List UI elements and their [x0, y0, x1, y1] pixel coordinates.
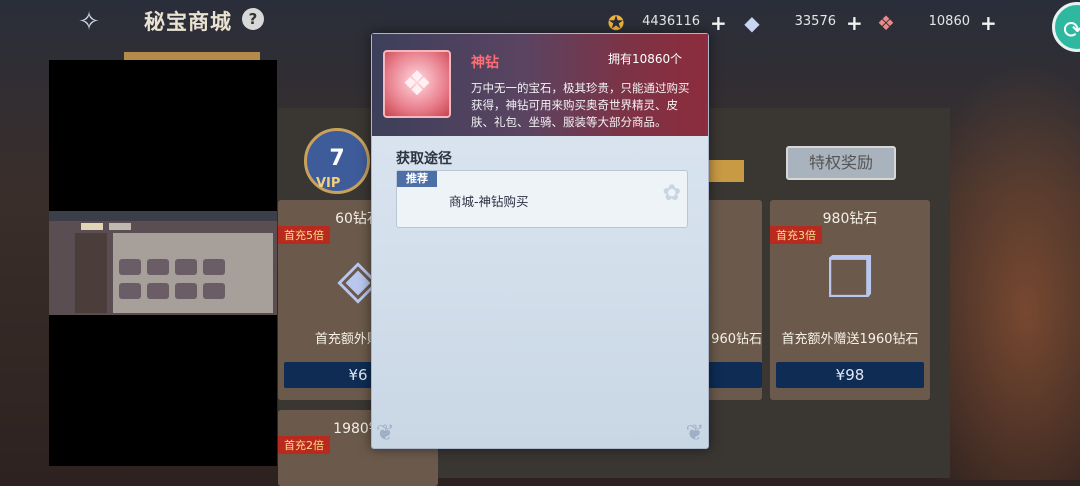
owned-count: 拥有10860个 [608, 52, 683, 66]
thumbnail-card [119, 259, 141, 275]
shop-card[interactable]: 980钻石 首充3倍 ❒ 首充额外赠送1960钻石 ¥98 [770, 200, 930, 400]
corner-ornament-icon: ❦ [376, 421, 395, 446]
corner-ornament-icon: ❦ [685, 421, 704, 446]
thumbnail-top-bar [49, 211, 277, 221]
acquire-way-item[interactable]: 推荐 商城-神钻购买 ✿ [396, 170, 688, 228]
first-charge-badge: 首充3倍 [770, 226, 822, 244]
item-icon-frame: ❖ [383, 50, 451, 118]
decorative-flower-icon: ✿ [662, 181, 681, 206]
thumbnail-card [203, 259, 225, 275]
card-bonus: 960钻石 [711, 332, 762, 347]
thumbnail-card [147, 283, 169, 299]
thumbnail-tab [109, 223, 131, 230]
modal-header: ❖ 神钻 拥有10860个 万中无一的宝石，极其珍贵，只能通过购买获得，神钻可用… [372, 34, 708, 136]
vip-label: VIP [316, 176, 341, 191]
holy-diamond-value: 10860 [928, 14, 970, 29]
thumbnail-card [119, 283, 141, 299]
progress-cap [706, 160, 744, 182]
thumbnail-card [203, 283, 225, 299]
thumbnail-sidebar [75, 233, 107, 313]
holy-diamond-icon: ❖ [877, 11, 895, 35]
add-holy-diamond-button[interactable]: + [980, 10, 997, 36]
thumbnail-card [147, 259, 169, 275]
price-button[interactable]: ¥98 [776, 362, 924, 388]
holy-diamond-icon: ❖ [401, 64, 433, 104]
card-bonus: 首充额外赠送1960钻石 [781, 332, 919, 347]
diamond-chest-icon: ❒ [825, 247, 875, 310]
menu-emblem-icon[interactable]: ✧ [66, 6, 112, 38]
recommend-tag: 推荐 [397, 171, 437, 187]
acquire-section-title: 获取途径 [396, 151, 452, 167]
privilege-reward-button[interactable]: 特权奖励 [786, 146, 896, 180]
help-button[interactable]: ? [242, 8, 264, 30]
item-description: 万中无一的宝石，极其珍贵，只能通过购买获得，神钻可用来购买奥奇世界精灵、皮肤、礼… [471, 81, 690, 129]
card-name: 980钻石 [822, 211, 878, 227]
thumbnail-tab [81, 223, 103, 230]
shop-card[interactable]: 960钻石 [706, 200, 762, 400]
gold-value: 4436116 [642, 14, 700, 29]
thumbnail-card [175, 259, 197, 275]
page-title: 秘宝商城 [144, 9, 232, 34]
holy-diamond-resource: ❖ 10860 + [872, 10, 1002, 36]
add-diamond-button[interactable]: + [846, 10, 863, 36]
item-name: 神钻 [471, 55, 499, 71]
diamond-resource: ◆ 33576 + [738, 10, 868, 36]
screenshot-thumbnail [49, 211, 277, 315]
item-detail-modal: ❖ 神钻 拥有10860个 万中无一的宝石，极其珍贵，只能通过购买获得，神钻可用… [371, 33, 709, 449]
thumbnail-card [175, 283, 197, 299]
first-charge-badge: 首充5倍 [278, 226, 330, 244]
diamond-value: 33576 [794, 14, 836, 29]
add-gold-button[interactable]: + [710, 10, 727, 36]
price-button[interactable] [706, 362, 762, 388]
first-charge-badge: 首充2倍 [278, 436, 330, 454]
diamond-icon: ◆ [744, 11, 760, 35]
acquire-way-label: 商城-神钻购买 [449, 194, 529, 209]
